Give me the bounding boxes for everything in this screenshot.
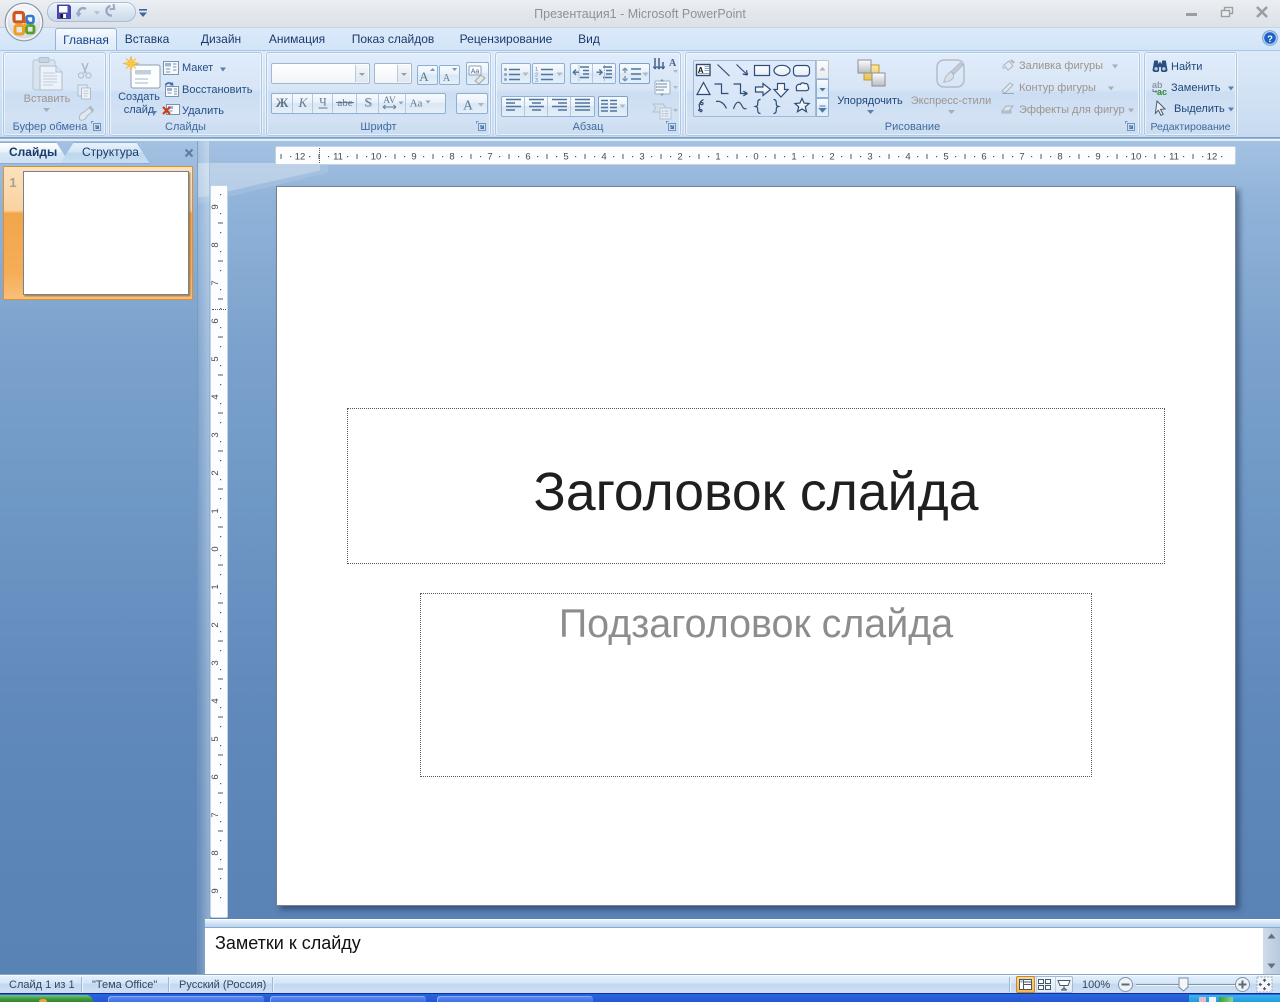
svg-text:A: A [443,73,451,84]
svg-text:9: 9 [211,204,221,209]
svg-text:4: 4 [601,152,606,163]
svg-text:12: 12 [295,152,306,163]
svg-text:0: 0 [211,546,221,551]
svg-text:5: 5 [563,152,568,163]
svg-text:A: A [669,58,677,69]
svg-text:12: 12 [1207,152,1218,163]
svg-text:8: 8 [1057,152,1062,163]
svg-text:11: 11 [333,152,343,163]
svg-text:Aa: Aa [471,69,480,76]
svg-text:3: 3 [639,152,644,163]
svg-text:3: 3 [211,660,221,665]
svg-text:Ж: Ж [276,95,289,109]
svg-text:A: A [419,69,429,84]
svg-text:10: 10 [371,152,382,163]
svg-text:2: 2 [677,152,682,163]
svg-text:1: 1 [211,508,221,513]
svg-text:7: 7 [1019,152,1024,163]
svg-text:1: 1 [791,152,796,163]
svg-text:8: 8 [449,152,454,163]
svg-text:K: K [297,95,308,109]
svg-text:Ч: Ч [319,97,327,109]
svg-text:10: 10 [1131,152,1142,163]
svg-text:1: 1 [715,152,720,163]
svg-text:3: 3 [211,432,221,437]
svg-text:2: 2 [829,152,834,163]
svg-text:9: 9 [411,152,416,163]
svg-text:ac: ac [1157,87,1167,96]
svg-text:3: 3 [867,152,872,163]
svg-text:Aa: Aa [410,98,423,110]
svg-text:?: ? [1267,34,1273,45]
svg-text:4: 4 [211,394,221,399]
svg-text:7: 7 [211,812,221,817]
svg-text:A: A [463,98,473,113]
svg-text:3: 3 [535,78,538,84]
svg-text:0: 0 [753,152,758,163]
svg-text:2: 2 [211,470,221,475]
svg-text:7: 7 [211,280,221,285]
svg-text:4: 4 [905,152,910,163]
svg-text:5: 5 [943,152,948,163]
svg-text:6: 6 [211,318,221,323]
svg-text:9: 9 [211,888,221,893]
svg-text:9: 9 [1095,152,1100,163]
svg-text:5: 5 [211,736,221,741]
svg-text:8: 8 [211,242,221,247]
svg-text:S: S [364,95,371,109]
svg-text:6: 6 [525,152,530,163]
svg-text:11: 11 [1169,152,1179,163]
svg-text:AV: AV [383,96,396,106]
svg-text:4: 4 [211,698,221,703]
svg-text:1: 1 [211,584,221,589]
svg-text:7: 7 [487,152,492,163]
svg-text:2: 2 [211,622,221,627]
svg-text:5: 5 [211,356,221,361]
svg-text:8: 8 [211,850,221,855]
svg-text:6: 6 [981,152,986,163]
svg-text:6: 6 [211,774,221,779]
